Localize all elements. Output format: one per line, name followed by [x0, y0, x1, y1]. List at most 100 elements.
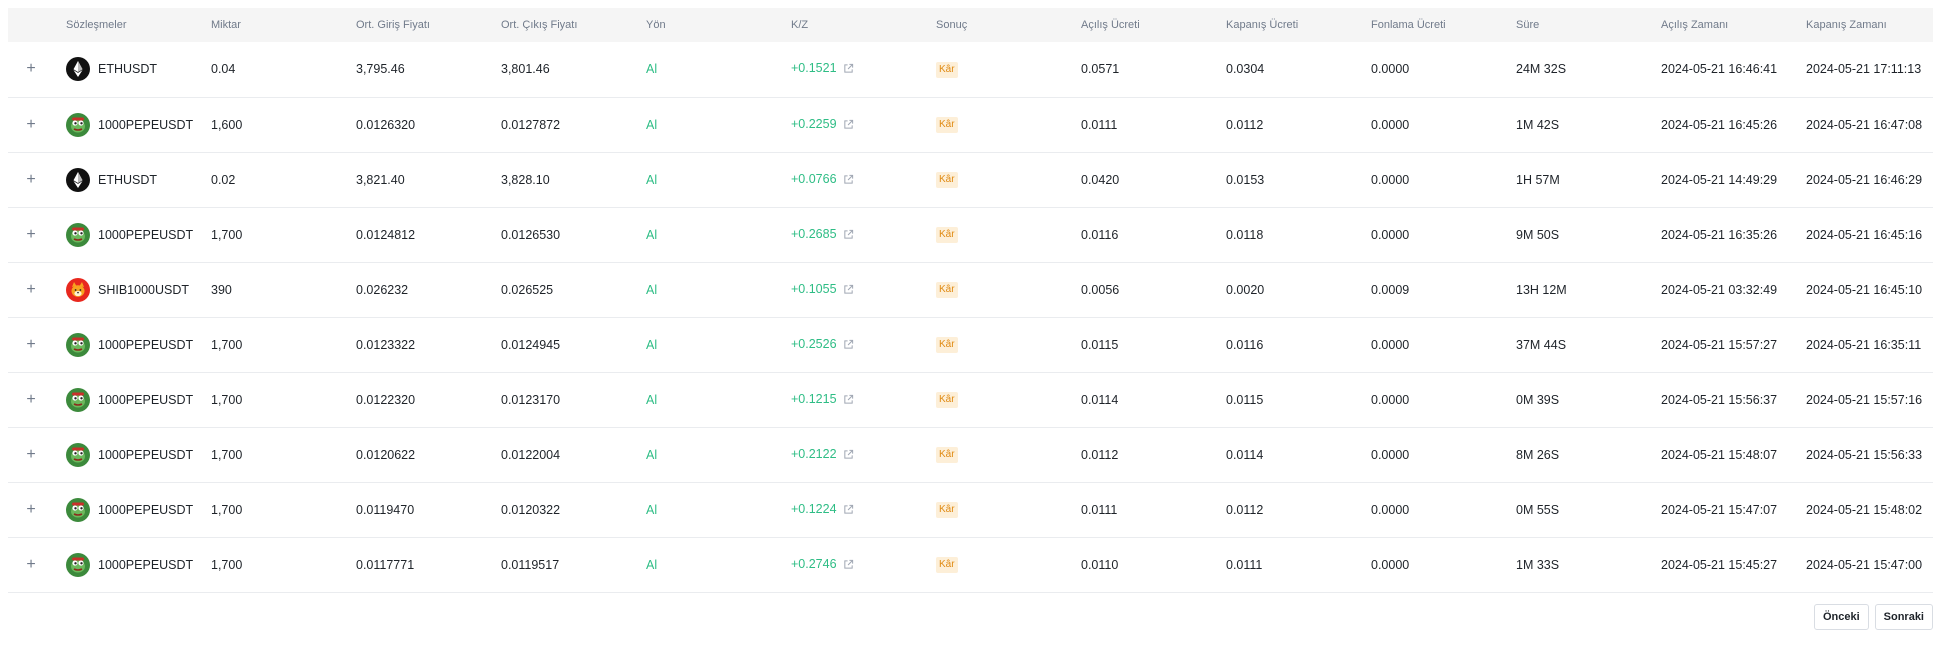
avg-exit-cell: 0.0124945 [501, 337, 561, 352]
close-fee-cell: 0.0114 [1226, 447, 1264, 462]
side-cell: Al [646, 282, 658, 297]
table-row: + ETHUSDT 0.04 3,795.46 3,801.46 Al +0.1521 Kâr… [8, 42, 1933, 97]
amount-cell: 1,700 [211, 447, 243, 462]
avg-entry-cell: 0.0120622 [356, 447, 416, 462]
duration-cell: 8M 26S [1516, 447, 1560, 462]
avg-entry-cell: 0.0124812 [356, 227, 416, 242]
plus-icon[interactable]: + [22, 501, 40, 519]
plus-icon[interactable]: + [22, 391, 40, 409]
avg-entry-cell: 0.0126320 [356, 117, 416, 132]
plus-icon[interactable]: + [22, 281, 40, 299]
pagination: Önceki Sonraki [1813, 604, 1933, 630]
column-header-avg-exit: Ort. Çıkış Fiyatı [501, 19, 578, 31]
funding-fee-cell: 0.0000 [1371, 62, 1410, 77]
close-fee-cell: 0.0304 [1226, 62, 1265, 77]
external-link-icon[interactable] [843, 174, 854, 188]
external-link-icon[interactable] [843, 504, 854, 518]
open-time-cell: 2024-05-21 16:35:26 [1661, 227, 1778, 242]
plus-icon[interactable]: + [22, 336, 40, 354]
plus-icon[interactable]: + [22, 60, 40, 78]
pnl-cell: +0.2746 [791, 537, 936, 592]
close-fee-cell: 0.0153 [1226, 172, 1265, 187]
previous-page-button[interactable]: Önceki [1813, 604, 1869, 630]
duration-cell: 0M 55S [1516, 502, 1560, 517]
external-link-icon[interactable] [843, 394, 854, 408]
contract-symbol: 1000PEPEUSDT [98, 117, 194, 132]
funding-fee-cell: 0.0000 [1371, 117, 1410, 132]
close-time-cell: 2024-05-21 15:57:16 [1806, 392, 1923, 407]
result-badge: Kâr [936, 227, 958, 243]
avg-entry-cell: 3,821.40 [356, 172, 405, 187]
column-header-open-fee: Açılış Ücreti [1081, 19, 1140, 31]
table-row: + SHIB1000USDT 390 0.026232 0.026525 Al +0.105… [8, 262, 1933, 317]
open-time-cell: 2024-05-21 15:56:37 [1661, 392, 1778, 407]
side-cell: Al [646, 227, 658, 242]
plus-icon[interactable]: + [22, 446, 40, 464]
result-cell: Kâr [936, 262, 1081, 317]
contract-cell: 1000PEPEUSDT [66, 482, 211, 537]
ethereum-logo-icon [66, 167, 90, 192]
column-header-open-time: Açılış Zamanı [1661, 19, 1729, 31]
funding-fee-cell: 0.0009 [1371, 282, 1410, 297]
pnl-value: +0.1521 [791, 61, 837, 76]
avg-entry-cell: 3,795.46 [356, 62, 405, 77]
open-time-cell: 2024-05-21 15:47:07 [1661, 502, 1778, 517]
pnl-cell: +0.2122 [791, 427, 936, 482]
table-header-row: Sözleşmeler Miktar Ort. Giriş Fiyatı Ort… [8, 8, 1933, 42]
result-cell: Kâr [936, 152, 1081, 207]
avg-exit-cell: 3,801.46 [501, 62, 550, 77]
avg-exit-cell: 0.0126530 [501, 227, 561, 242]
result-badge: Kâr [936, 117, 958, 133]
external-link-icon[interactable] [843, 63, 854, 77]
expand-cell: + [8, 427, 66, 482]
table-row: +1000PEPEUSDT 1,700 0.0119470 0.0120322 Al +0… [8, 482, 1933, 537]
external-link-icon[interactable] [843, 119, 854, 133]
external-link-icon[interactable] [843, 229, 854, 243]
funding-fee-cell: 0.0000 [1371, 502, 1410, 517]
external-link-icon[interactable] [843, 449, 854, 463]
pepe-frog-logo-icon [66, 112, 90, 137]
external-link-icon[interactable] [843, 339, 854, 353]
pnl-value: +0.2685 [791, 226, 837, 241]
external-link-icon[interactable] [843, 559, 854, 573]
pepe-frog-logo-icon [66, 552, 90, 577]
expand-column-header [8, 8, 66, 42]
expand-cell: + [8, 152, 66, 207]
plus-icon[interactable]: + [22, 171, 40, 189]
plus-icon[interactable]: + [22, 226, 40, 244]
open-fee-cell: 0.0110 [1081, 557, 1119, 572]
result-cell: Kâr [936, 317, 1081, 372]
open-time-cell: 2024-05-21 14:49:29 [1661, 172, 1778, 187]
contract-symbol: 1000PEPEUSDT [98, 227, 194, 242]
amount-cell: 1,700 [211, 227, 243, 242]
expand-cell: + [8, 262, 66, 317]
amount-cell: 1,600 [211, 117, 243, 132]
contract-symbol: 1000PEPEUSDT [98, 502, 194, 517]
open-time-cell: 2024-05-21 15:57:27 [1661, 337, 1778, 352]
contract-symbol: 1000PEPEUSDT [98, 337, 194, 352]
pnl-value: +0.0766 [791, 171, 837, 186]
result-cell: Kâr [936, 482, 1081, 537]
open-fee-cell: 0.0111 [1081, 502, 1118, 517]
external-link-icon[interactable] [843, 284, 854, 298]
duration-cell: 9M 50S [1516, 227, 1560, 242]
close-time-cell: 2024-05-21 16:45:16 [1806, 227, 1923, 242]
plus-icon[interactable]: + [22, 556, 40, 574]
funding-fee-cell: 0.0000 [1371, 392, 1410, 407]
plus-icon[interactable]: + [22, 116, 40, 134]
close-time-cell: 2024-05-21 15:47:00 [1806, 557, 1923, 572]
close-time-cell: 2024-05-21 16:45:10 [1806, 282, 1923, 297]
expand-cell: + [8, 97, 66, 152]
side-cell: Al [646, 392, 658, 407]
amount-cell: 0.04 [211, 62, 236, 77]
avg-entry-cell: 0.0117771 [356, 557, 415, 572]
contract-cell: 1000PEPEUSDT [66, 97, 211, 152]
contract-symbol: 1000PEPEUSDT [98, 392, 194, 407]
amount-cell: 1,700 [211, 502, 243, 517]
contract-cell: 1000PEPEUSDT [66, 317, 211, 372]
next-page-button[interactable]: Sonraki [1874, 604, 1933, 630]
column-header-side: Yön [646, 19, 666, 31]
avg-exit-cell: 0.0120322 [501, 502, 561, 517]
side-cell: Al [646, 172, 658, 187]
open-fee-cell: 0.0111 [1081, 117, 1118, 132]
